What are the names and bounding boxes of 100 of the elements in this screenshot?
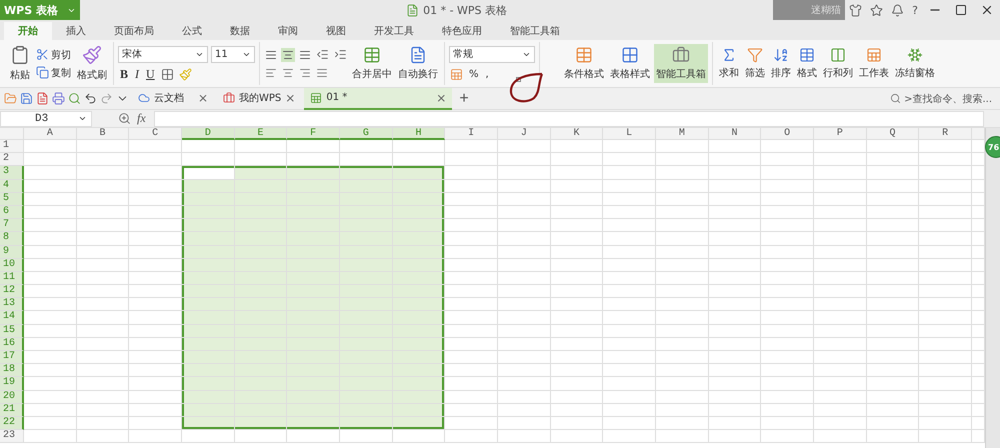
cell[interactable] <box>761 298 814 312</box>
document-tab[interactable]: 我的WPS × <box>217 88 302 110</box>
cell[interactable] <box>182 430 235 444</box>
cell[interactable] <box>182 140 235 154</box>
selected-cell[interactable] <box>234 416 288 430</box>
cell[interactable] <box>708 258 762 272</box>
cell[interactable] <box>814 351 867 364</box>
cell[interactable] <box>603 140 656 154</box>
column-header[interactable]: J <box>498 128 551 140</box>
cell[interactable] <box>919 377 972 391</box>
cell[interactable] <box>24 166 77 180</box>
cell[interactable] <box>972 311 985 325</box>
cell[interactable] <box>919 140 972 154</box>
cell[interactable] <box>445 153 498 166</box>
cell[interactable] <box>708 192 762 206</box>
selected-cell[interactable] <box>182 404 235 417</box>
name-box[interactable]: D3 <box>0 110 92 126</box>
cell[interactable] <box>445 311 498 325</box>
cell[interactable] <box>76 272 130 286</box>
row-header[interactable]: 11 <box>0 272 24 286</box>
cell[interactable] <box>972 140 985 154</box>
cell[interactable] <box>761 166 814 180</box>
cell[interactable] <box>603 232 656 246</box>
cut-button[interactable]: 剪切 <box>34 48 73 62</box>
cell[interactable] <box>866 338 920 351</box>
cell[interactable] <box>603 285 656 298</box>
selected-cell[interactable] <box>392 416 446 430</box>
cell[interactable] <box>445 285 498 298</box>
column-header[interactable] <box>972 128 985 140</box>
selected-cell[interactable] <box>182 285 235 298</box>
cell[interactable] <box>445 166 498 180</box>
cell[interactable] <box>866 153 920 166</box>
cell[interactable] <box>814 232 867 246</box>
cell[interactable] <box>76 404 130 417</box>
cell[interactable] <box>392 153 446 166</box>
cell[interactable] <box>550 404 604 417</box>
cell[interactable] <box>445 338 498 351</box>
cell[interactable] <box>919 351 972 364</box>
cell[interactable] <box>866 232 920 246</box>
cell[interactable] <box>498 351 551 364</box>
cell[interactable] <box>129 338 182 351</box>
cell[interactable] <box>919 219 972 232</box>
cell[interactable] <box>603 192 656 206</box>
selected-cell[interactable] <box>234 166 288 180</box>
cell[interactable] <box>445 364 498 378</box>
cell[interactable] <box>761 219 814 232</box>
cell[interactable] <box>761 180 814 193</box>
cell[interactable] <box>234 430 288 444</box>
cell[interactable] <box>550 351 604 364</box>
selected-cell[interactable] <box>392 192 446 206</box>
cell[interactable] <box>814 285 867 298</box>
cell[interactable] <box>656 258 709 272</box>
row-header[interactable]: 17 <box>0 351 24 364</box>
cell[interactable] <box>656 390 709 404</box>
cell[interactable] <box>498 272 551 286</box>
cell[interactable] <box>972 153 985 166</box>
cell[interactable] <box>498 285 551 298</box>
cell[interactable] <box>972 206 985 220</box>
cell[interactable] <box>76 324 130 338</box>
cell[interactable] <box>603 311 656 325</box>
cell[interactable] <box>24 246 77 259</box>
selected-cell[interactable] <box>392 246 446 259</box>
selected-cell[interactable] <box>392 232 446 246</box>
cell[interactable] <box>603 206 656 220</box>
cell[interactable] <box>761 377 814 391</box>
cell[interactable] <box>814 311 867 325</box>
column-header[interactable]: K <box>550 128 604 140</box>
font-name-field[interactable]: 宋体 <box>118 46 208 62</box>
cell[interactable] <box>550 324 604 338</box>
cell[interactable] <box>76 351 130 364</box>
cell[interactable] <box>761 390 814 404</box>
cell[interactable] <box>761 258 814 272</box>
cell[interactable] <box>498 258 551 272</box>
cell[interactable] <box>129 232 182 246</box>
italic-button[interactable]: I <box>133 66 142 82</box>
cell[interactable] <box>498 166 551 180</box>
app-menu-button[interactable]: WPS 表格 <box>0 0 80 20</box>
cell[interactable] <box>550 338 604 351</box>
cell[interactable] <box>814 180 867 193</box>
align-button[interactable] <box>298 66 312 80</box>
cell[interactable] <box>603 166 656 180</box>
cell[interactable] <box>445 272 498 286</box>
cell[interactable] <box>129 324 182 338</box>
row-header[interactable]: 18 <box>0 364 24 378</box>
cell[interactable] <box>129 416 182 430</box>
cell[interactable] <box>866 246 920 259</box>
cell[interactable] <box>392 140 446 154</box>
cell[interactable] <box>76 180 130 193</box>
cell[interactable] <box>919 206 972 220</box>
cell[interactable] <box>814 338 867 351</box>
cell[interactable] <box>972 351 985 364</box>
cell[interactable] <box>445 258 498 272</box>
cell[interactable] <box>972 390 985 404</box>
cell[interactable] <box>603 404 656 417</box>
selected-cell[interactable] <box>392 258 446 272</box>
cell[interactable] <box>392 430 446 444</box>
cell[interactable] <box>919 153 972 166</box>
column-header[interactable]: Q <box>866 128 920 140</box>
cell[interactable] <box>919 166 972 180</box>
row-header[interactable]: 23 <box>0 430 24 444</box>
